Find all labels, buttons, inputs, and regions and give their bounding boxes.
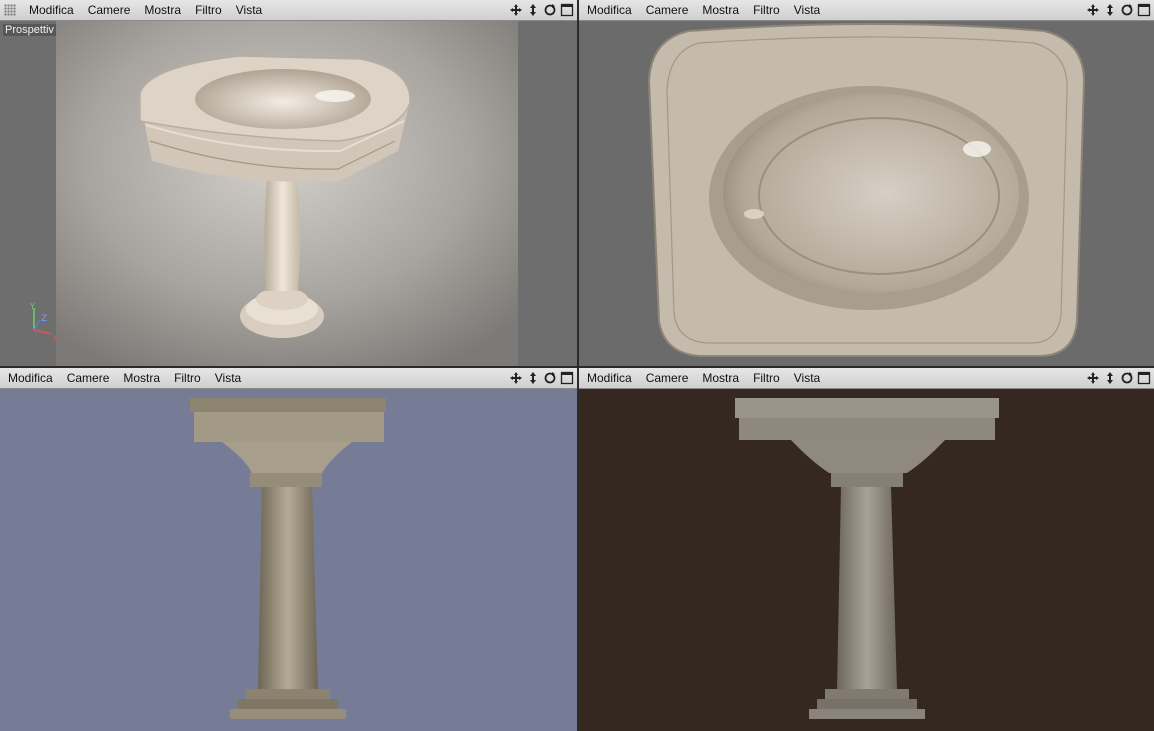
rotate-icon[interactable]: [543, 3, 557, 17]
viewport-perspective[interactable]: Modifica Camere Mostra Filtro Vista Pros…: [0, 0, 577, 366]
viewport-canvas[interactable]: [0, 21, 577, 366]
viewport-grid: Modifica Camere Mostra Filtro Vista Pros…: [0, 0, 1154, 731]
menu-modifica[interactable]: Modifica: [579, 3, 639, 17]
grip-icon[interactable]: [4, 4, 16, 16]
svg-text:Y: Y: [29, 302, 35, 311]
menu-filtro[interactable]: Filtro: [746, 371, 787, 385]
rotate-icon[interactable]: [1120, 371, 1134, 385]
menu-filtro[interactable]: Filtro: [167, 371, 208, 385]
viewport-menubar: Modifica Camere Mostra Filtro Vista: [0, 368, 577, 389]
rotate-icon[interactable]: [543, 371, 557, 385]
rotate-icon[interactable]: [1120, 3, 1134, 17]
zoom-arrows-icon[interactable]: [1103, 371, 1117, 385]
menu-vista[interactable]: Vista: [229, 3, 269, 17]
viewport-canvas[interactable]: [579, 389, 1154, 731]
menu-vista[interactable]: Vista: [208, 371, 248, 385]
viewport-top[interactable]: Modifica Camere Mostra Filtro Vista: [579, 0, 1154, 366]
viewport-menubar: Modifica Camere Mostra Filtro Vista: [0, 0, 577, 21]
menu-mostra[interactable]: Mostra: [137, 3, 188, 17]
menu-camere[interactable]: Camere: [639, 371, 696, 385]
menu-camere[interactable]: Camere: [639, 3, 696, 17]
viewport-canvas[interactable]: [579, 21, 1154, 366]
viewport-label: Prospettiv: [3, 24, 56, 36]
menu-filtro[interactable]: Filtro: [188, 3, 229, 17]
move-icon[interactable]: [1086, 3, 1100, 17]
viewport-menubar: Modifica Camere Mostra Filtro Vista: [579, 368, 1154, 389]
menu-mostra[interactable]: Mostra: [695, 371, 746, 385]
maximize-icon[interactable]: [560, 3, 574, 17]
menu-modifica[interactable]: Modifica: [0, 371, 60, 385]
viewport-side[interactable]: Modifica Camere Mostra Filtro Vista: [579, 368, 1154, 731]
menu-mostra[interactable]: Mostra: [116, 371, 167, 385]
zoom-arrows-icon[interactable]: [526, 3, 540, 17]
move-icon[interactable]: [509, 3, 523, 17]
move-icon[interactable]: [509, 371, 523, 385]
viewport-canvas[interactable]: [0, 389, 577, 731]
maximize-icon[interactable]: [560, 371, 574, 385]
menu-vista[interactable]: Vista: [787, 3, 827, 17]
svg-text:Z: Z: [41, 314, 47, 324]
menu-vista[interactable]: Vista: [787, 371, 827, 385]
viewport-front[interactable]: Modifica Camere Mostra Filtro Vista: [0, 368, 577, 731]
svg-text:X: X: [52, 334, 58, 343]
zoom-arrows-icon[interactable]: [1103, 3, 1117, 17]
menu-mostra[interactable]: Mostra: [695, 3, 746, 17]
maximize-icon[interactable]: [1137, 371, 1151, 385]
menu-camere[interactable]: Camere: [60, 371, 117, 385]
menu-modifica[interactable]: Modifica: [22, 3, 81, 17]
menu-modifica[interactable]: Modifica: [579, 371, 639, 385]
menu-camere[interactable]: Camere: [81, 3, 138, 17]
maximize-icon[interactable]: [1137, 3, 1151, 17]
axis-gizmo-icon: Y Z X: [29, 302, 58, 343]
zoom-arrows-icon[interactable]: [526, 371, 540, 385]
menu-filtro[interactable]: Filtro: [746, 3, 787, 17]
viewport-menubar: Modifica Camere Mostra Filtro Vista: [579, 0, 1154, 21]
move-icon[interactable]: [1086, 371, 1100, 385]
